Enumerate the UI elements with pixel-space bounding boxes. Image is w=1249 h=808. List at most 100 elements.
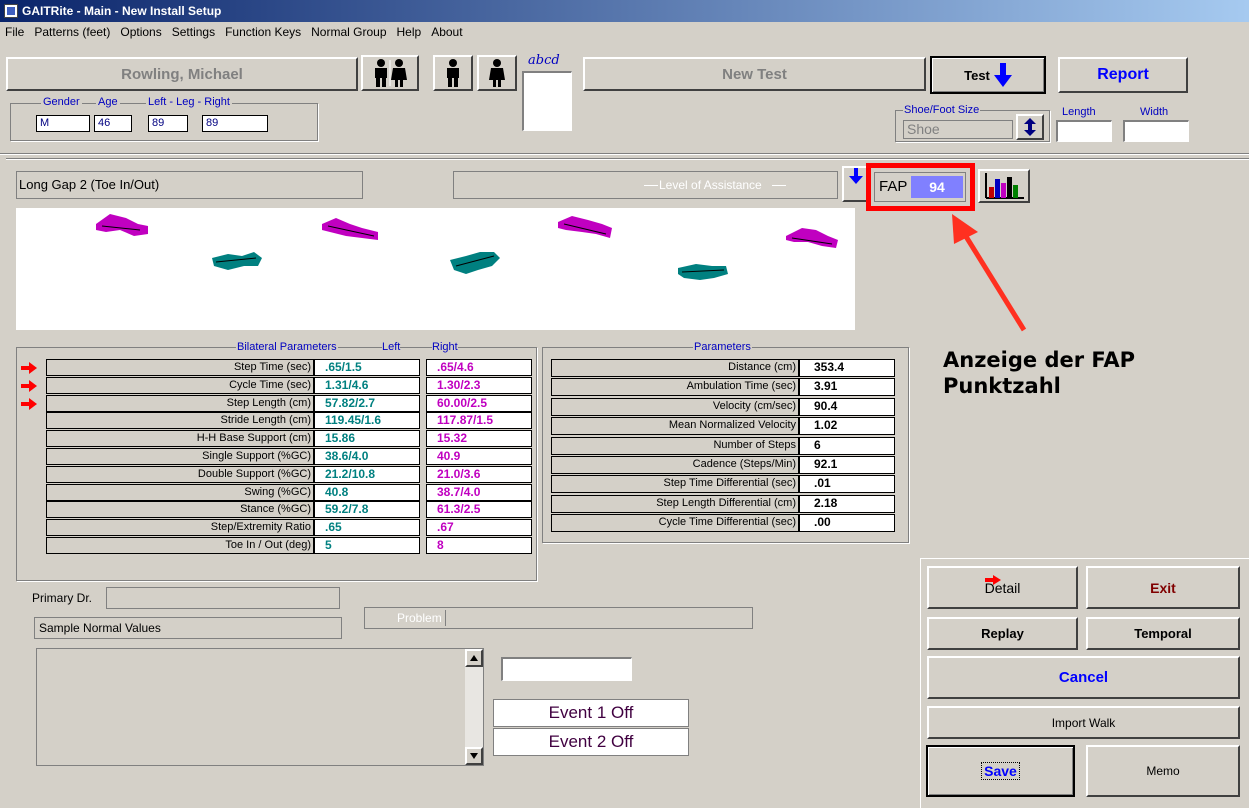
bilateral-left-value: 15.86	[314, 430, 420, 447]
bilateral-right-value: 8	[426, 537, 532, 554]
bilateral-left-value: 1.31/4.6	[314, 377, 420, 394]
shoe-field[interactable]: Shoe	[903, 120, 1013, 139]
bilateral-row-label: Toe In / Out (deg)	[46, 537, 314, 554]
footprint-canvas	[96, 214, 838, 280]
cancel-button[interactable]: Cancel	[927, 656, 1240, 699]
parameters-title: Parameters	[693, 341, 752, 353]
test-label: Test	[964, 67, 990, 83]
problem-label: Problem	[397, 611, 442, 625]
event-input[interactable]	[501, 657, 632, 681]
parameter-row-label: Cycle Time Differential (sec)	[551, 514, 799, 532]
scroll-down-button[interactable]	[465, 747, 483, 765]
notes-scrollbar[interactable]	[465, 649, 483, 765]
temporal-button[interactable]: Temporal	[1086, 617, 1240, 650]
new-test-button[interactable]: New Test	[583, 57, 926, 91]
chart-button[interactable]	[978, 169, 1030, 203]
window-title: GAITRite - Main - New Install Setup	[22, 4, 222, 18]
detail-button[interactable]: Detail	[927, 566, 1078, 609]
parameter-row-label: Ambulation Time (sec)	[551, 378, 799, 396]
memo-button[interactable]: Memo	[1086, 745, 1240, 797]
male-icon	[447, 59, 459, 87]
annotation-text-line2: Punktzahl	[943, 374, 1061, 398]
right-header: Right	[432, 341, 458, 353]
parameter-value: 3.91	[799, 378, 895, 396]
problem-divider	[445, 610, 446, 626]
parameter-value: 90.4	[799, 398, 895, 416]
test-name-field: Long Gap 2 (Toe In/Out)	[16, 171, 363, 199]
menu-help[interactable]: Help	[392, 22, 427, 42]
main-window: GAITRite - Main - New Install Setup File…	[0, 0, 1249, 808]
app-icon	[4, 4, 18, 18]
import-walk-button[interactable]: Import Walk	[927, 706, 1240, 739]
bilateral-right-value: 1.30/2.3	[426, 377, 532, 394]
bilateral-row-label: Step Length (cm)	[46, 395, 314, 412]
test-button[interactable]: Test	[930, 56, 1046, 94]
header-divider	[0, 153, 1249, 155]
bilateral-left-value: 119.45/1.6	[314, 412, 420, 429]
signature-box[interactable]	[522, 71, 572, 131]
bilateral-right-value: .65/4.6	[426, 359, 532, 376]
assistance-field[interactable]: Level of Assistance	[453, 171, 838, 199]
menu-options[interactable]: Options	[115, 22, 166, 42]
bilateral-row-label: Stance (%GC)	[46, 501, 314, 518]
bilateral-left-value: .65/1.5	[314, 359, 420, 376]
length-field[interactable]	[1056, 120, 1112, 142]
menu-patterns[interactable]: Patterns (feet)	[29, 22, 115, 42]
menu-settings[interactable]: Settings	[167, 22, 220, 42]
menu-about[interactable]: About	[426, 22, 467, 42]
age-field[interactable]: 46	[94, 115, 132, 132]
leg-right-field[interactable]: 89	[202, 115, 268, 132]
bilateral-left-value: 5	[314, 537, 420, 554]
couple-button[interactable]	[361, 55, 419, 91]
bar-chart-icon	[985, 173, 1024, 199]
report-button[interactable]: Report	[1058, 57, 1188, 93]
parameter-value: 2.18	[799, 495, 895, 513]
width-label: Width	[1140, 106, 1169, 118]
event-2-display: Event 2 Off	[493, 728, 689, 756]
fap-highlight-box	[866, 163, 975, 211]
problem-field[interactable]: Problem	[364, 607, 753, 629]
bilateral-row-label: Stride Length (cm)	[46, 412, 314, 429]
exit-button[interactable]: Exit	[1086, 566, 1240, 609]
menu-file[interactable]: File	[0, 22, 29, 42]
flag-arrow-icon	[21, 380, 37, 392]
replay-button[interactable]: Replay	[927, 617, 1078, 650]
bilateral-right-value: 117.87/1.5	[426, 412, 532, 429]
primary-dr-field[interactable]	[106, 587, 340, 609]
right-footprint	[96, 214, 148, 236]
save-button[interactable]: Save	[926, 745, 1075, 797]
left-footprint	[450, 252, 500, 274]
left-header: Left	[382, 341, 401, 353]
updown-arrow-icon	[1024, 118, 1036, 136]
leg-left-field[interactable]: 89	[148, 115, 188, 132]
parameter-value: .01	[799, 475, 895, 493]
notes-textarea[interactable]	[36, 648, 484, 766]
patient-name-button[interactable]: Rowling, Michael	[6, 57, 358, 91]
parameter-row-label: Distance (cm)	[551, 359, 799, 377]
menu-normal-group[interactable]: Normal Group	[306, 22, 391, 42]
parameter-row-label: Mean Normalized Velocity	[551, 417, 799, 435]
gender-field[interactable]: M	[36, 115, 90, 132]
male-button[interactable]	[433, 55, 473, 91]
shoe-spinner[interactable]	[1016, 114, 1044, 140]
scroll-up-button[interactable]	[465, 649, 483, 667]
bilateral-right-value: .67	[426, 519, 532, 536]
bilateral-row-label: Step/Extremity Ratio	[46, 519, 314, 536]
female-button[interactable]	[477, 55, 517, 91]
bilateral-right-value: 60.00/2.5	[426, 395, 532, 412]
menu-function-keys[interactable]: Function Keys	[220, 22, 306, 42]
assistance-line-left	[644, 185, 658, 186]
normal-values-field[interactable]: Sample Normal Values	[34, 617, 342, 639]
scroll-up-icon	[470, 655, 478, 661]
bilateral-row-label: Single Support (%GC)	[46, 448, 314, 465]
parameter-value: 353.4	[799, 359, 895, 377]
width-field[interactable]	[1123, 120, 1189, 142]
flag-arrow-icon	[21, 398, 37, 410]
bilateral-title: Bilateral Parameters	[236, 341, 338, 353]
save-label: Save	[981, 762, 1020, 780]
event-1-display: Event 1 Off	[493, 699, 689, 727]
parameter-value: .00	[799, 514, 895, 532]
annotation-text-line1: Anzeige der FAP	[943, 348, 1135, 372]
bilateral-right-value: 40.9	[426, 448, 532, 465]
bilateral-right-value: 61.3/2.5	[426, 501, 532, 518]
